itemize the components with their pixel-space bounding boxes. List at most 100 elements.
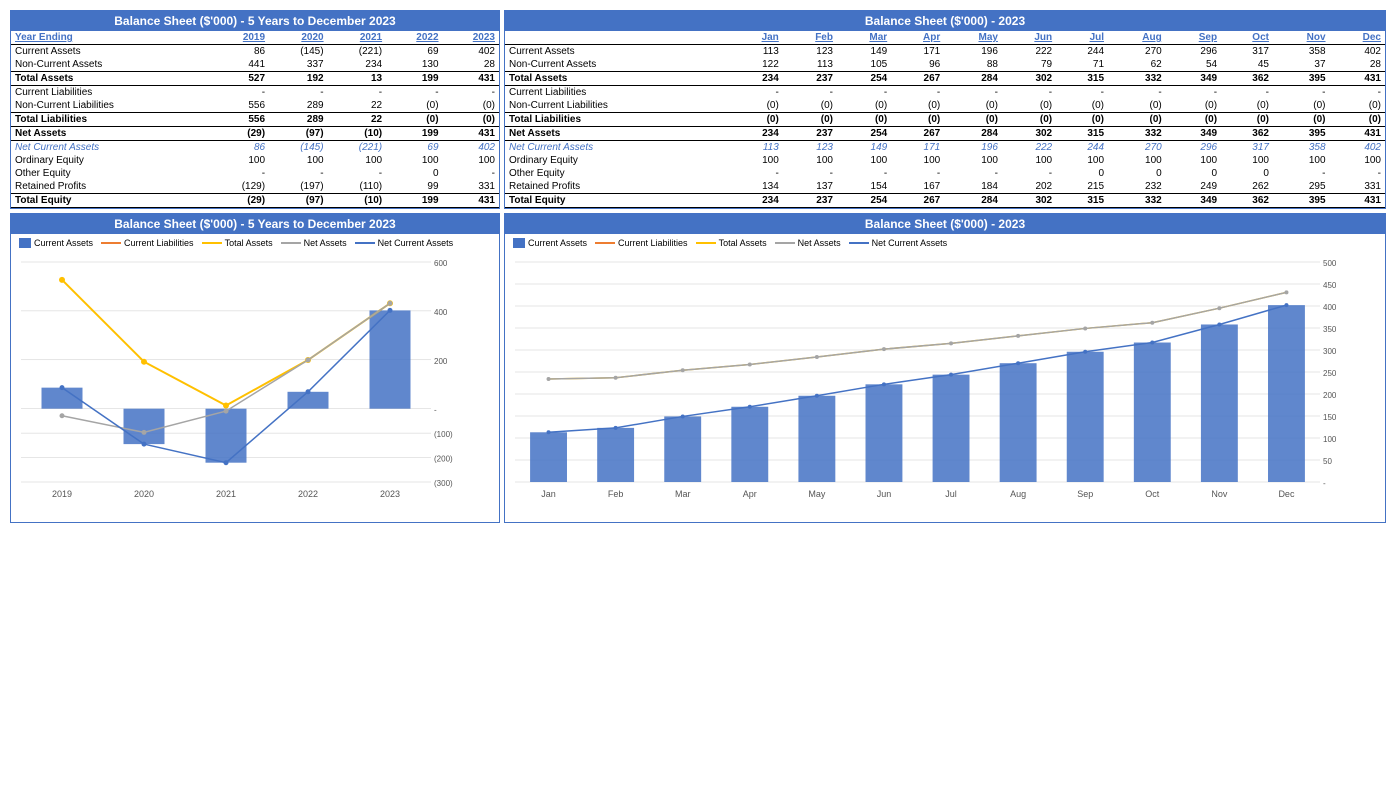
row-value: (0) xyxy=(1002,113,1056,127)
row-value: 296 xyxy=(1166,45,1221,59)
row-value: - xyxy=(1273,86,1330,100)
row-value: (0) xyxy=(1108,113,1166,127)
row-value: 199 xyxy=(386,72,442,86)
table-row: Total Assets52719213199431 xyxy=(11,72,499,86)
row-value: 358 xyxy=(1273,45,1330,59)
table-row: Non-Current Assets44133723413028 xyxy=(11,58,499,72)
row-value: 395 xyxy=(1273,194,1330,208)
row-value: - xyxy=(837,86,891,100)
row-value: - xyxy=(1002,167,1056,180)
row-value: 123 xyxy=(783,45,837,59)
row-label: Total Assets xyxy=(505,72,730,86)
row-label: Total Equity xyxy=(505,194,730,208)
row-value: 0 xyxy=(1108,167,1166,180)
svg-text:2020: 2020 xyxy=(134,489,154,499)
row-value: 100 xyxy=(1108,154,1166,167)
col-2022: 2022 xyxy=(386,31,442,45)
row-label: Current Assets xyxy=(11,45,211,59)
row-value: 556 xyxy=(211,99,270,113)
row-value: 302 xyxy=(1002,72,1056,86)
row-value: - xyxy=(443,86,499,100)
row-value: (10) xyxy=(328,194,387,208)
right-col-sep: Sep xyxy=(1166,31,1221,45)
row-value: 431 xyxy=(1330,127,1385,141)
row-value: (0) xyxy=(1273,99,1330,113)
table-row: Current Assets86(145)(221)69402 xyxy=(11,45,499,59)
row-value: (0) xyxy=(443,99,499,113)
col-label: Year Ending xyxy=(11,31,211,45)
row-value: (0) xyxy=(1221,99,1273,113)
row-value: (97) xyxy=(269,127,328,141)
row-value: 196 xyxy=(944,45,1002,59)
row-value: 284 xyxy=(944,127,1002,141)
row-value: 100 xyxy=(386,154,442,167)
row-value: - xyxy=(1330,86,1385,100)
svg-text:-: - xyxy=(1323,479,1326,488)
row-value: - xyxy=(269,167,328,180)
row-value: 0 xyxy=(386,167,442,180)
row-value: 100 xyxy=(1273,154,1330,167)
row-value: 402 xyxy=(1330,141,1385,155)
col-2019: 2019 xyxy=(211,31,270,45)
row-value: 237 xyxy=(783,127,837,141)
right-legend-ca: Current Assets xyxy=(513,238,587,248)
right-col-apr: Apr xyxy=(891,31,944,45)
row-value: (0) xyxy=(1166,99,1221,113)
table-row: Non-Current Liabilities55628922(0)(0) xyxy=(11,99,499,113)
row-value: 86 xyxy=(211,45,270,59)
row-value: 267 xyxy=(891,127,944,141)
svg-text:(300): (300) xyxy=(434,479,453,488)
table-row: Non-Current Liabilities(0)(0)(0)(0)(0)(0… xyxy=(505,99,1385,113)
right-legend-nca-label: Net Current Assets xyxy=(872,238,948,248)
row-value: - xyxy=(730,86,783,100)
svg-text:Sep: Sep xyxy=(1077,489,1093,499)
svg-text:Jul: Jul xyxy=(945,489,957,499)
row-value: 149 xyxy=(837,45,891,59)
row-value: 237 xyxy=(783,194,837,208)
left-chart-panel: Balance Sheet ($'000) - 5 Years to Decem… xyxy=(10,213,500,523)
row-value: (0) xyxy=(1056,99,1108,113)
row-value: 71 xyxy=(1056,58,1108,72)
row-value: 100 xyxy=(1330,154,1385,167)
col-2021: 2021 xyxy=(328,31,387,45)
table-row: Current Assets11312314917119622224427029… xyxy=(505,45,1385,59)
row-value: (0) xyxy=(1330,99,1385,113)
legend-cl-label: Current Liabilities xyxy=(124,238,194,248)
row-label: Current Liabilities xyxy=(505,86,730,100)
row-value: 100 xyxy=(1056,154,1108,167)
row-value: 100 xyxy=(211,154,270,167)
row-value: 284 xyxy=(944,194,1002,208)
row-value: (0) xyxy=(730,113,783,127)
row-value: (0) xyxy=(944,99,1002,113)
row-value: 402 xyxy=(443,141,499,155)
right-col-label xyxy=(505,31,730,45)
svg-text:350: 350 xyxy=(1323,325,1337,334)
right-table-header: Jan Feb Mar Apr May Jun Jul Aug Sep Oct … xyxy=(505,31,1385,45)
table-row: Retained Profits134137154167184202215232… xyxy=(505,180,1385,194)
row-value: 37 xyxy=(1273,58,1330,72)
row-label: Non-Current Assets xyxy=(11,58,211,72)
row-value: 402 xyxy=(1330,45,1385,59)
row-value: (0) xyxy=(944,113,1002,127)
left-chart-title: Balance Sheet ($'000) - 5 Years to Decem… xyxy=(11,214,499,234)
row-label: Retained Profits xyxy=(505,180,730,194)
table-row: Net Assets234237254267284302315332349362… xyxy=(505,127,1385,141)
row-value: (0) xyxy=(783,113,837,127)
row-value: 134 xyxy=(730,180,783,194)
right-chart-svg: 50045040035030025020015010050-JanFebMarA… xyxy=(505,252,1375,522)
row-value: 45 xyxy=(1221,58,1273,72)
row-value: (0) xyxy=(386,99,442,113)
row-value: 113 xyxy=(783,58,837,72)
row-value: 254 xyxy=(837,72,891,86)
row-value: (0) xyxy=(730,99,783,113)
row-value: 237 xyxy=(783,72,837,86)
svg-text:500: 500 xyxy=(1323,259,1337,268)
legend-total-assets: Total Assets xyxy=(202,238,273,248)
row-value: 431 xyxy=(443,194,499,208)
row-value: 154 xyxy=(837,180,891,194)
row-value: 171 xyxy=(891,45,944,59)
row-value: - xyxy=(1221,86,1273,100)
row-value: 100 xyxy=(944,154,1002,167)
row-value: 184 xyxy=(944,180,1002,194)
row-value: 254 xyxy=(837,127,891,141)
